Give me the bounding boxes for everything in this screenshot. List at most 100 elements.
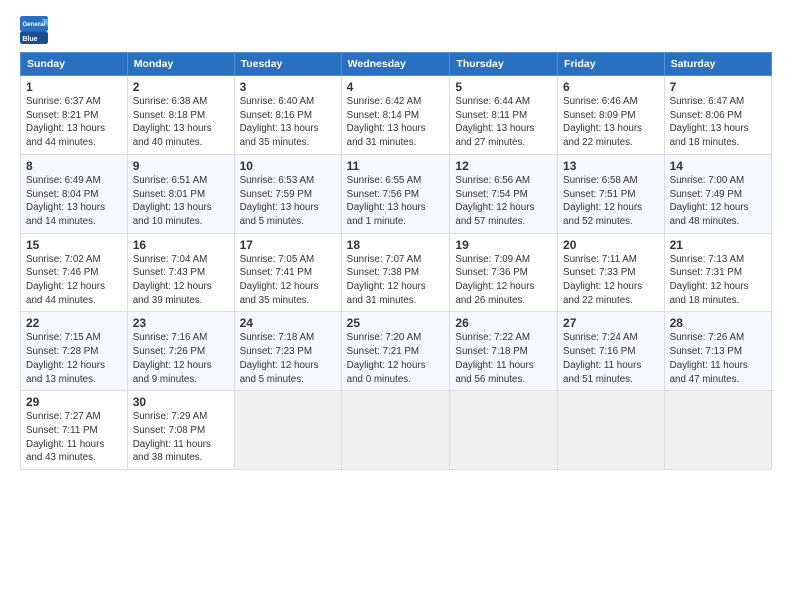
day-info: Sunrise: 7:09 AM Sunset: 7:36 PM Dayligh…: [455, 253, 552, 308]
day-number: 29: [26, 395, 122, 409]
calendar-cell: [450, 391, 558, 470]
calendar-cell: 4Sunrise: 6:42 AM Sunset: 8:14 PM Daylig…: [341, 76, 450, 155]
day-info: Sunrise: 6:55 AM Sunset: 7:56 PM Dayligh…: [347, 174, 445, 229]
calendar-cell: 8Sunrise: 6:49 AM Sunset: 8:04 PM Daylig…: [21, 154, 128, 233]
day-number: 28: [670, 316, 766, 330]
day-number: 2: [133, 80, 229, 94]
calendar-table: Sunday Monday Tuesday Wednesday Thursday…: [20, 52, 772, 470]
day-number: 18: [347, 238, 445, 252]
calendar-row-1: 8Sunrise: 6:49 AM Sunset: 8:04 PM Daylig…: [21, 154, 772, 233]
calendar-cell: 20Sunrise: 7:11 AM Sunset: 7:33 PM Dayli…: [558, 233, 665, 312]
calendar-cell: 30Sunrise: 7:29 AM Sunset: 7:08 PM Dayli…: [127, 391, 234, 470]
day-info: Sunrise: 6:56 AM Sunset: 7:54 PM Dayligh…: [455, 174, 552, 229]
day-number: 11: [347, 159, 445, 173]
day-info: Sunrise: 7:13 AM Sunset: 7:31 PM Dayligh…: [670, 253, 766, 308]
day-number: 14: [670, 159, 766, 173]
calendar-cell: 12Sunrise: 6:56 AM Sunset: 7:54 PM Dayli…: [450, 154, 558, 233]
calendar-cell: 1Sunrise: 6:37 AM Sunset: 8:21 PM Daylig…: [21, 76, 128, 155]
day-number: 10: [240, 159, 336, 173]
calendar-cell: 21Sunrise: 7:13 AM Sunset: 7:31 PM Dayli…: [664, 233, 771, 312]
day-info: Sunrise: 7:00 AM Sunset: 7:49 PM Dayligh…: [670, 174, 766, 229]
calendar-body: 1Sunrise: 6:37 AM Sunset: 8:21 PM Daylig…: [21, 76, 772, 470]
calendar-cell: 24Sunrise: 7:18 AM Sunset: 7:23 PM Dayli…: [234, 312, 341, 391]
day-info: Sunrise: 7:27 AM Sunset: 7:11 PM Dayligh…: [26, 410, 122, 465]
calendar-cell: 14Sunrise: 7:00 AM Sunset: 7:49 PM Dayli…: [664, 154, 771, 233]
calendar-cell: 27Sunrise: 7:24 AM Sunset: 7:16 PM Dayli…: [558, 312, 665, 391]
day-info: Sunrise: 7:16 AM Sunset: 7:26 PM Dayligh…: [133, 331, 229, 386]
calendar-row-4: 29Sunrise: 7:27 AM Sunset: 7:11 PM Dayli…: [21, 391, 772, 470]
day-info: Sunrise: 6:37 AM Sunset: 8:21 PM Dayligh…: [26, 95, 122, 150]
day-number: 17: [240, 238, 336, 252]
day-number: 19: [455, 238, 552, 252]
day-info: Sunrise: 7:26 AM Sunset: 7:13 PM Dayligh…: [670, 331, 766, 386]
day-info: Sunrise: 6:38 AM Sunset: 8:18 PM Dayligh…: [133, 95, 229, 150]
day-info: Sunrise: 6:51 AM Sunset: 8:01 PM Dayligh…: [133, 174, 229, 229]
col-friday: Friday: [558, 53, 665, 76]
day-number: 7: [670, 80, 766, 94]
calendar-cell: 22Sunrise: 7:15 AM Sunset: 7:28 PM Dayli…: [21, 312, 128, 391]
calendar-cell: 11Sunrise: 6:55 AM Sunset: 7:56 PM Dayli…: [341, 154, 450, 233]
col-thursday: Thursday: [450, 53, 558, 76]
day-info: Sunrise: 7:15 AM Sunset: 7:28 PM Dayligh…: [26, 331, 122, 386]
calendar-cell: 26Sunrise: 7:22 AM Sunset: 7:18 PM Dayli…: [450, 312, 558, 391]
day-info: Sunrise: 6:40 AM Sunset: 8:16 PM Dayligh…: [240, 95, 336, 150]
calendar-cell: 13Sunrise: 6:58 AM Sunset: 7:51 PM Dayli…: [558, 154, 665, 233]
day-number: 9: [133, 159, 229, 173]
day-number: 12: [455, 159, 552, 173]
calendar-cell: 29Sunrise: 7:27 AM Sunset: 7:11 PM Dayli…: [21, 391, 128, 470]
calendar-cell: 2Sunrise: 6:38 AM Sunset: 8:18 PM Daylig…: [127, 76, 234, 155]
logo-icon: General Blue: [20, 16, 48, 44]
day-info: Sunrise: 6:42 AM Sunset: 8:14 PM Dayligh…: [347, 95, 445, 150]
calendar-row-0: 1Sunrise: 6:37 AM Sunset: 8:21 PM Daylig…: [21, 76, 772, 155]
day-number: 21: [670, 238, 766, 252]
calendar-row-2: 15Sunrise: 7:02 AM Sunset: 7:46 PM Dayli…: [21, 233, 772, 312]
day-number: 15: [26, 238, 122, 252]
calendar-cell: 9Sunrise: 6:51 AM Sunset: 8:01 PM Daylig…: [127, 154, 234, 233]
calendar-cell: 17Sunrise: 7:05 AM Sunset: 7:41 PM Dayli…: [234, 233, 341, 312]
day-info: Sunrise: 6:53 AM Sunset: 7:59 PM Dayligh…: [240, 174, 336, 229]
day-info: Sunrise: 7:18 AM Sunset: 7:23 PM Dayligh…: [240, 331, 336, 386]
day-number: 6: [563, 80, 659, 94]
calendar-cell: [234, 391, 341, 470]
col-sunday: Sunday: [21, 53, 128, 76]
day-info: Sunrise: 6:46 AM Sunset: 8:09 PM Dayligh…: [563, 95, 659, 150]
day-number: 22: [26, 316, 122, 330]
day-number: 20: [563, 238, 659, 252]
day-info: Sunrise: 7:29 AM Sunset: 7:08 PM Dayligh…: [133, 410, 229, 465]
day-info: Sunrise: 7:24 AM Sunset: 7:16 PM Dayligh…: [563, 331, 659, 386]
day-info: Sunrise: 6:49 AM Sunset: 8:04 PM Dayligh…: [26, 174, 122, 229]
calendar-cell: 28Sunrise: 7:26 AM Sunset: 7:13 PM Dayli…: [664, 312, 771, 391]
col-saturday: Saturday: [664, 53, 771, 76]
calendar-cell: 15Sunrise: 7:02 AM Sunset: 7:46 PM Dayli…: [21, 233, 128, 312]
calendar-cell: 10Sunrise: 6:53 AM Sunset: 7:59 PM Dayli…: [234, 154, 341, 233]
page-container: General Blue Sunday Monday Tuesday Wedne…: [0, 0, 792, 480]
day-info: Sunrise: 6:58 AM Sunset: 7:51 PM Dayligh…: [563, 174, 659, 229]
day-number: 26: [455, 316, 552, 330]
day-info: Sunrise: 7:05 AM Sunset: 7:41 PM Dayligh…: [240, 253, 336, 308]
col-tuesday: Tuesday: [234, 53, 341, 76]
svg-text:General: General: [22, 21, 45, 28]
day-info: Sunrise: 7:22 AM Sunset: 7:18 PM Dayligh…: [455, 331, 552, 386]
day-info: Sunrise: 6:47 AM Sunset: 8:06 PM Dayligh…: [670, 95, 766, 150]
day-number: 3: [240, 80, 336, 94]
day-number: 16: [133, 238, 229, 252]
col-wednesday: Wednesday: [341, 53, 450, 76]
calendar-cell: [664, 391, 771, 470]
day-number: 1: [26, 80, 122, 94]
calendar-cell: 18Sunrise: 7:07 AM Sunset: 7:38 PM Dayli…: [341, 233, 450, 312]
day-number: 8: [26, 159, 122, 173]
col-monday: Monday: [127, 53, 234, 76]
header-row: Sunday Monday Tuesday Wednesday Thursday…: [21, 53, 772, 76]
day-number: 5: [455, 80, 552, 94]
day-number: 4: [347, 80, 445, 94]
day-number: 23: [133, 316, 229, 330]
day-number: 24: [240, 316, 336, 330]
day-info: Sunrise: 7:11 AM Sunset: 7:33 PM Dayligh…: [563, 253, 659, 308]
day-number: 30: [133, 395, 229, 409]
day-info: Sunrise: 7:04 AM Sunset: 7:43 PM Dayligh…: [133, 253, 229, 308]
day-info: Sunrise: 7:02 AM Sunset: 7:46 PM Dayligh…: [26, 253, 122, 308]
calendar-cell: 23Sunrise: 7:16 AM Sunset: 7:26 PM Dayli…: [127, 312, 234, 391]
calendar-cell: 3Sunrise: 6:40 AM Sunset: 8:16 PM Daylig…: [234, 76, 341, 155]
day-info: Sunrise: 7:07 AM Sunset: 7:38 PM Dayligh…: [347, 253, 445, 308]
day-number: 25: [347, 316, 445, 330]
